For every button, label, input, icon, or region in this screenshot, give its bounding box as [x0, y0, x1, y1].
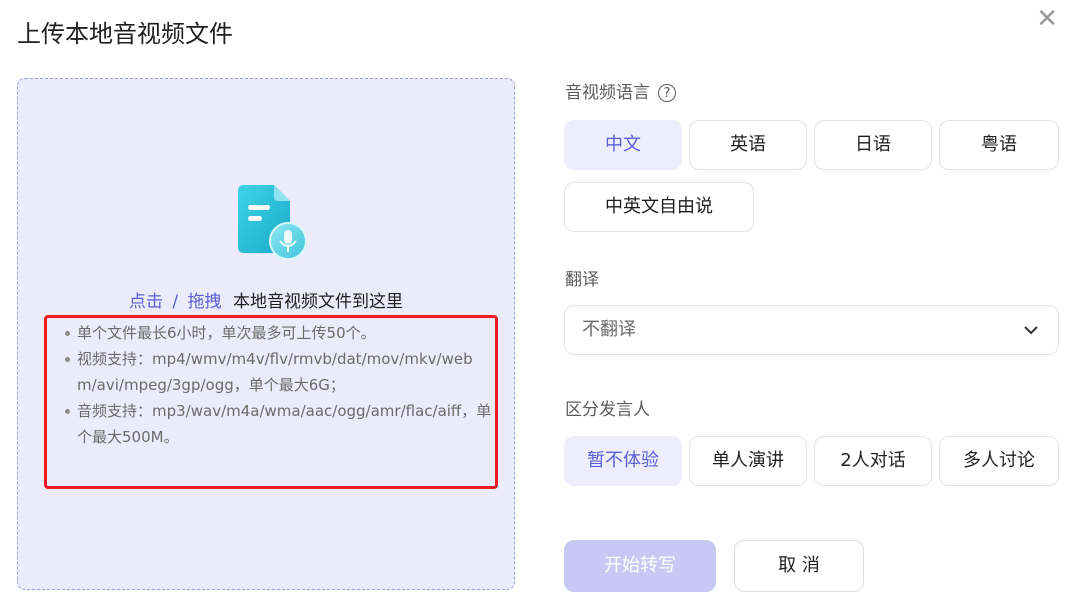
language-option-cantonese[interactable]: 粤语 [939, 120, 1059, 170]
language-label: 音视频语言 [565, 83, 650, 103]
translate-label: 翻译 [565, 270, 599, 290]
drag-link[interactable]: 拖拽 [188, 292, 222, 312]
speaker-option-multi[interactable]: 多人讨论 [939, 436, 1059, 486]
close-icon[interactable]: ✕ [1036, 6, 1058, 32]
audio-file-icon [238, 185, 307, 260]
translate-select[interactable]: 不翻译 [564, 305, 1059, 355]
note-item: 单个文件最长6小时，单次最多可上传50个。 [62, 320, 492, 346]
speaker-option-skip[interactable]: 暂不体验 [564, 436, 682, 486]
start-transcribe-button[interactable]: 开始转写 [564, 540, 716, 592]
speaker-label: 区分发言人 [565, 400, 650, 420]
separator-text: / [172, 292, 179, 312]
drop-instruction-text: 本地音视频文件到这里 [232, 292, 403, 312]
note-item: 音频支持：mp3/wav/m4a/wma/aac/ogg/amr/flac/ai… [62, 398, 492, 450]
question-circle-icon[interactable]: ? [658, 84, 676, 102]
dialog-title: 上传本地音视频文件 [17, 20, 233, 48]
chevron-down-icon [1024, 326, 1038, 335]
speaker-option-single[interactable]: 单人演讲 [689, 436, 807, 486]
translate-value: 不翻译 [582, 319, 636, 340]
language-option-chinese[interactable]: 中文 [564, 120, 682, 170]
speaker-option-two[interactable]: 2人对话 [814, 436, 932, 486]
language-option-mixed[interactable]: 中英文自由说 [564, 182, 754, 232]
format-notes: 单个文件最长6小时，单次最多可上传50个。 视频支持：mp4/wmv/m4v/f… [62, 320, 492, 450]
language-option-japanese[interactable]: 日语 [814, 120, 932, 170]
drop-instruction: 点击 / 拖拽 本地音视频文件到这里 [18, 287, 514, 312]
language-label-row: 音视频语言? [565, 78, 676, 103]
note-item: 视频支持：mp4/wmv/m4v/flv/rmvb/dat/mov/mkv/we… [62, 346, 492, 398]
click-link[interactable]: 点击 [129, 292, 163, 312]
cancel-button[interactable]: 取 消 [734, 540, 864, 592]
language-option-english[interactable]: 英语 [689, 120, 807, 170]
